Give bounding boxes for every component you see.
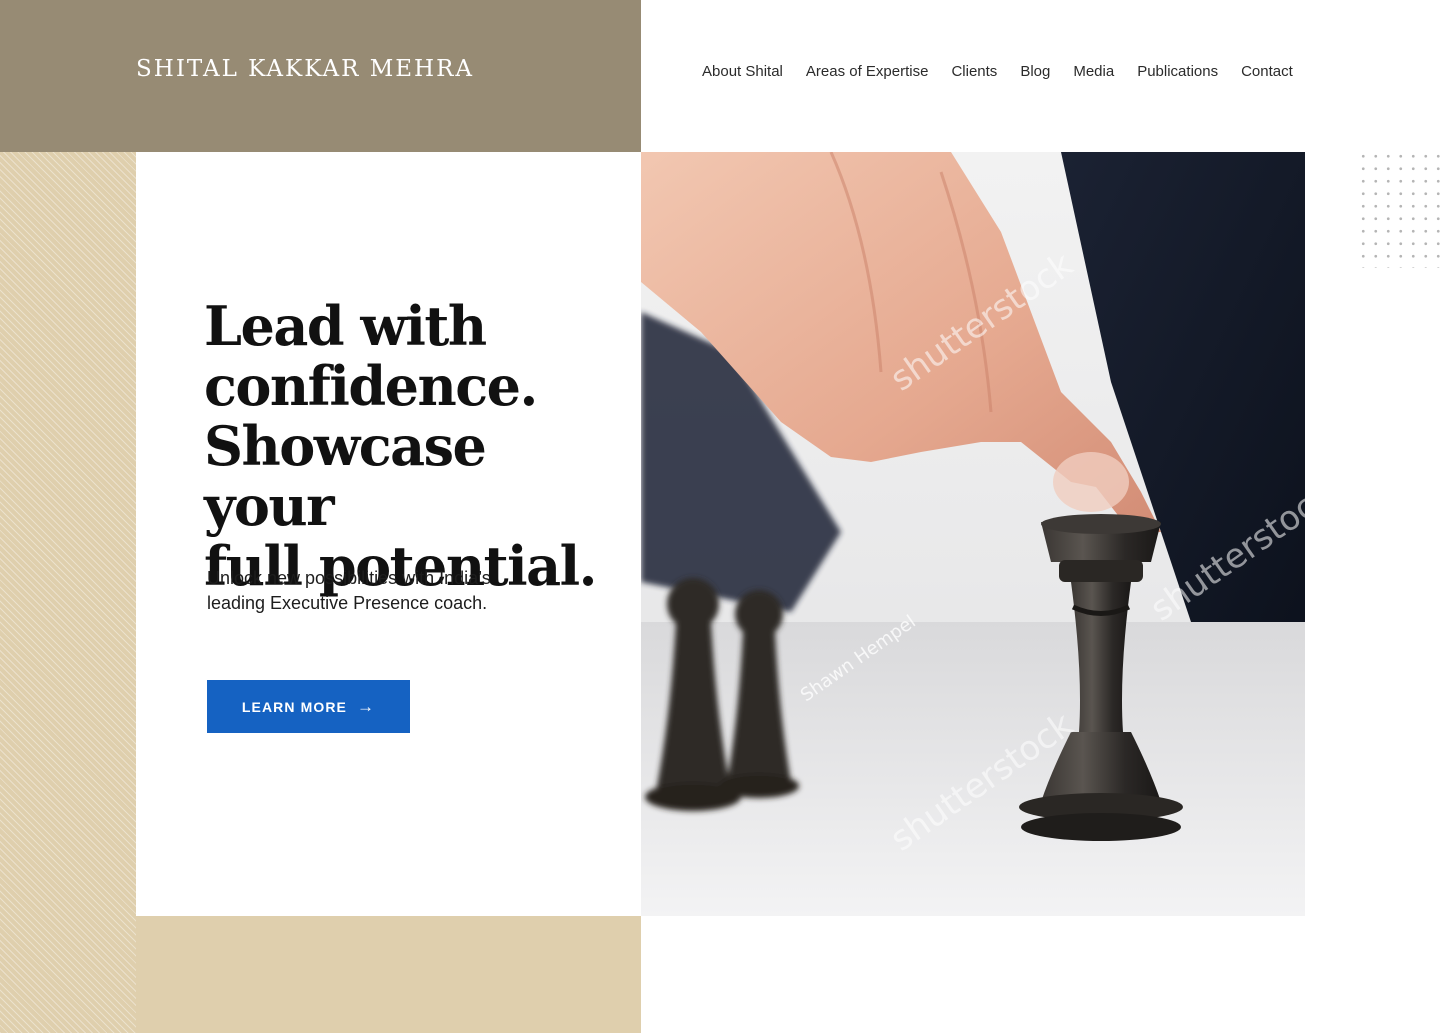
bottom-beige-panel bbox=[136, 916, 641, 1033]
hero-subtext-line: leading Executive Presence coach. bbox=[207, 593, 488, 613]
nav-item-areas-of-expertise[interactable]: Areas of Expertise bbox=[806, 62, 929, 82]
page: SHITAL KAKKAR MEHRA About Shital Areas o… bbox=[0, 0, 1440, 1033]
fingertip bbox=[1053, 452, 1129, 512]
nav-item-blog[interactable]: Blog bbox=[1020, 62, 1050, 82]
main-nav: About Shital Areas of Expertise Clients … bbox=[702, 62, 1293, 82]
nav-item-media[interactable]: Media bbox=[1073, 62, 1114, 82]
site-logo[interactable]: SHITAL KAKKAR MEHRA bbox=[136, 56, 474, 82]
hero-subtext-line: Unlock new possibilities with India’s bbox=[207, 568, 491, 588]
header-brand-block: SHITAL KAKKAR MEHRA bbox=[0, 0, 641, 152]
hero-subtext: Unlock new possibilities with India’s le… bbox=[207, 566, 567, 616]
nav-item-publications[interactable]: Publications bbox=[1137, 62, 1218, 82]
arrow-right-icon: → bbox=[357, 697, 376, 716]
nav-item-clients[interactable]: Clients bbox=[951, 62, 997, 82]
hero-chess-image: shutterstock shutterstock shutterstock S… bbox=[641, 152, 1305, 916]
nav-item-about[interactable]: About Shital bbox=[702, 62, 783, 82]
chess-illustration: shutterstock shutterstock shutterstock S… bbox=[641, 152, 1305, 916]
left-striped-panel bbox=[0, 152, 136, 1033]
hero-headline: Lead with confidence. Showcase your full… bbox=[204, 296, 624, 596]
hero-headline-line: Showcase your bbox=[204, 414, 487, 538]
nav-item-contact[interactable]: Contact bbox=[1241, 62, 1293, 82]
hero-headline-line: Lead with bbox=[204, 294, 487, 358]
learn-more-label: LEARN MORE bbox=[241, 698, 347, 715]
learn-more-button[interactable]: LEARN MORE → bbox=[207, 680, 410, 733]
dot-pattern-decoration bbox=[1357, 150, 1440, 268]
hero-headline-line: confidence. bbox=[204, 354, 538, 418]
